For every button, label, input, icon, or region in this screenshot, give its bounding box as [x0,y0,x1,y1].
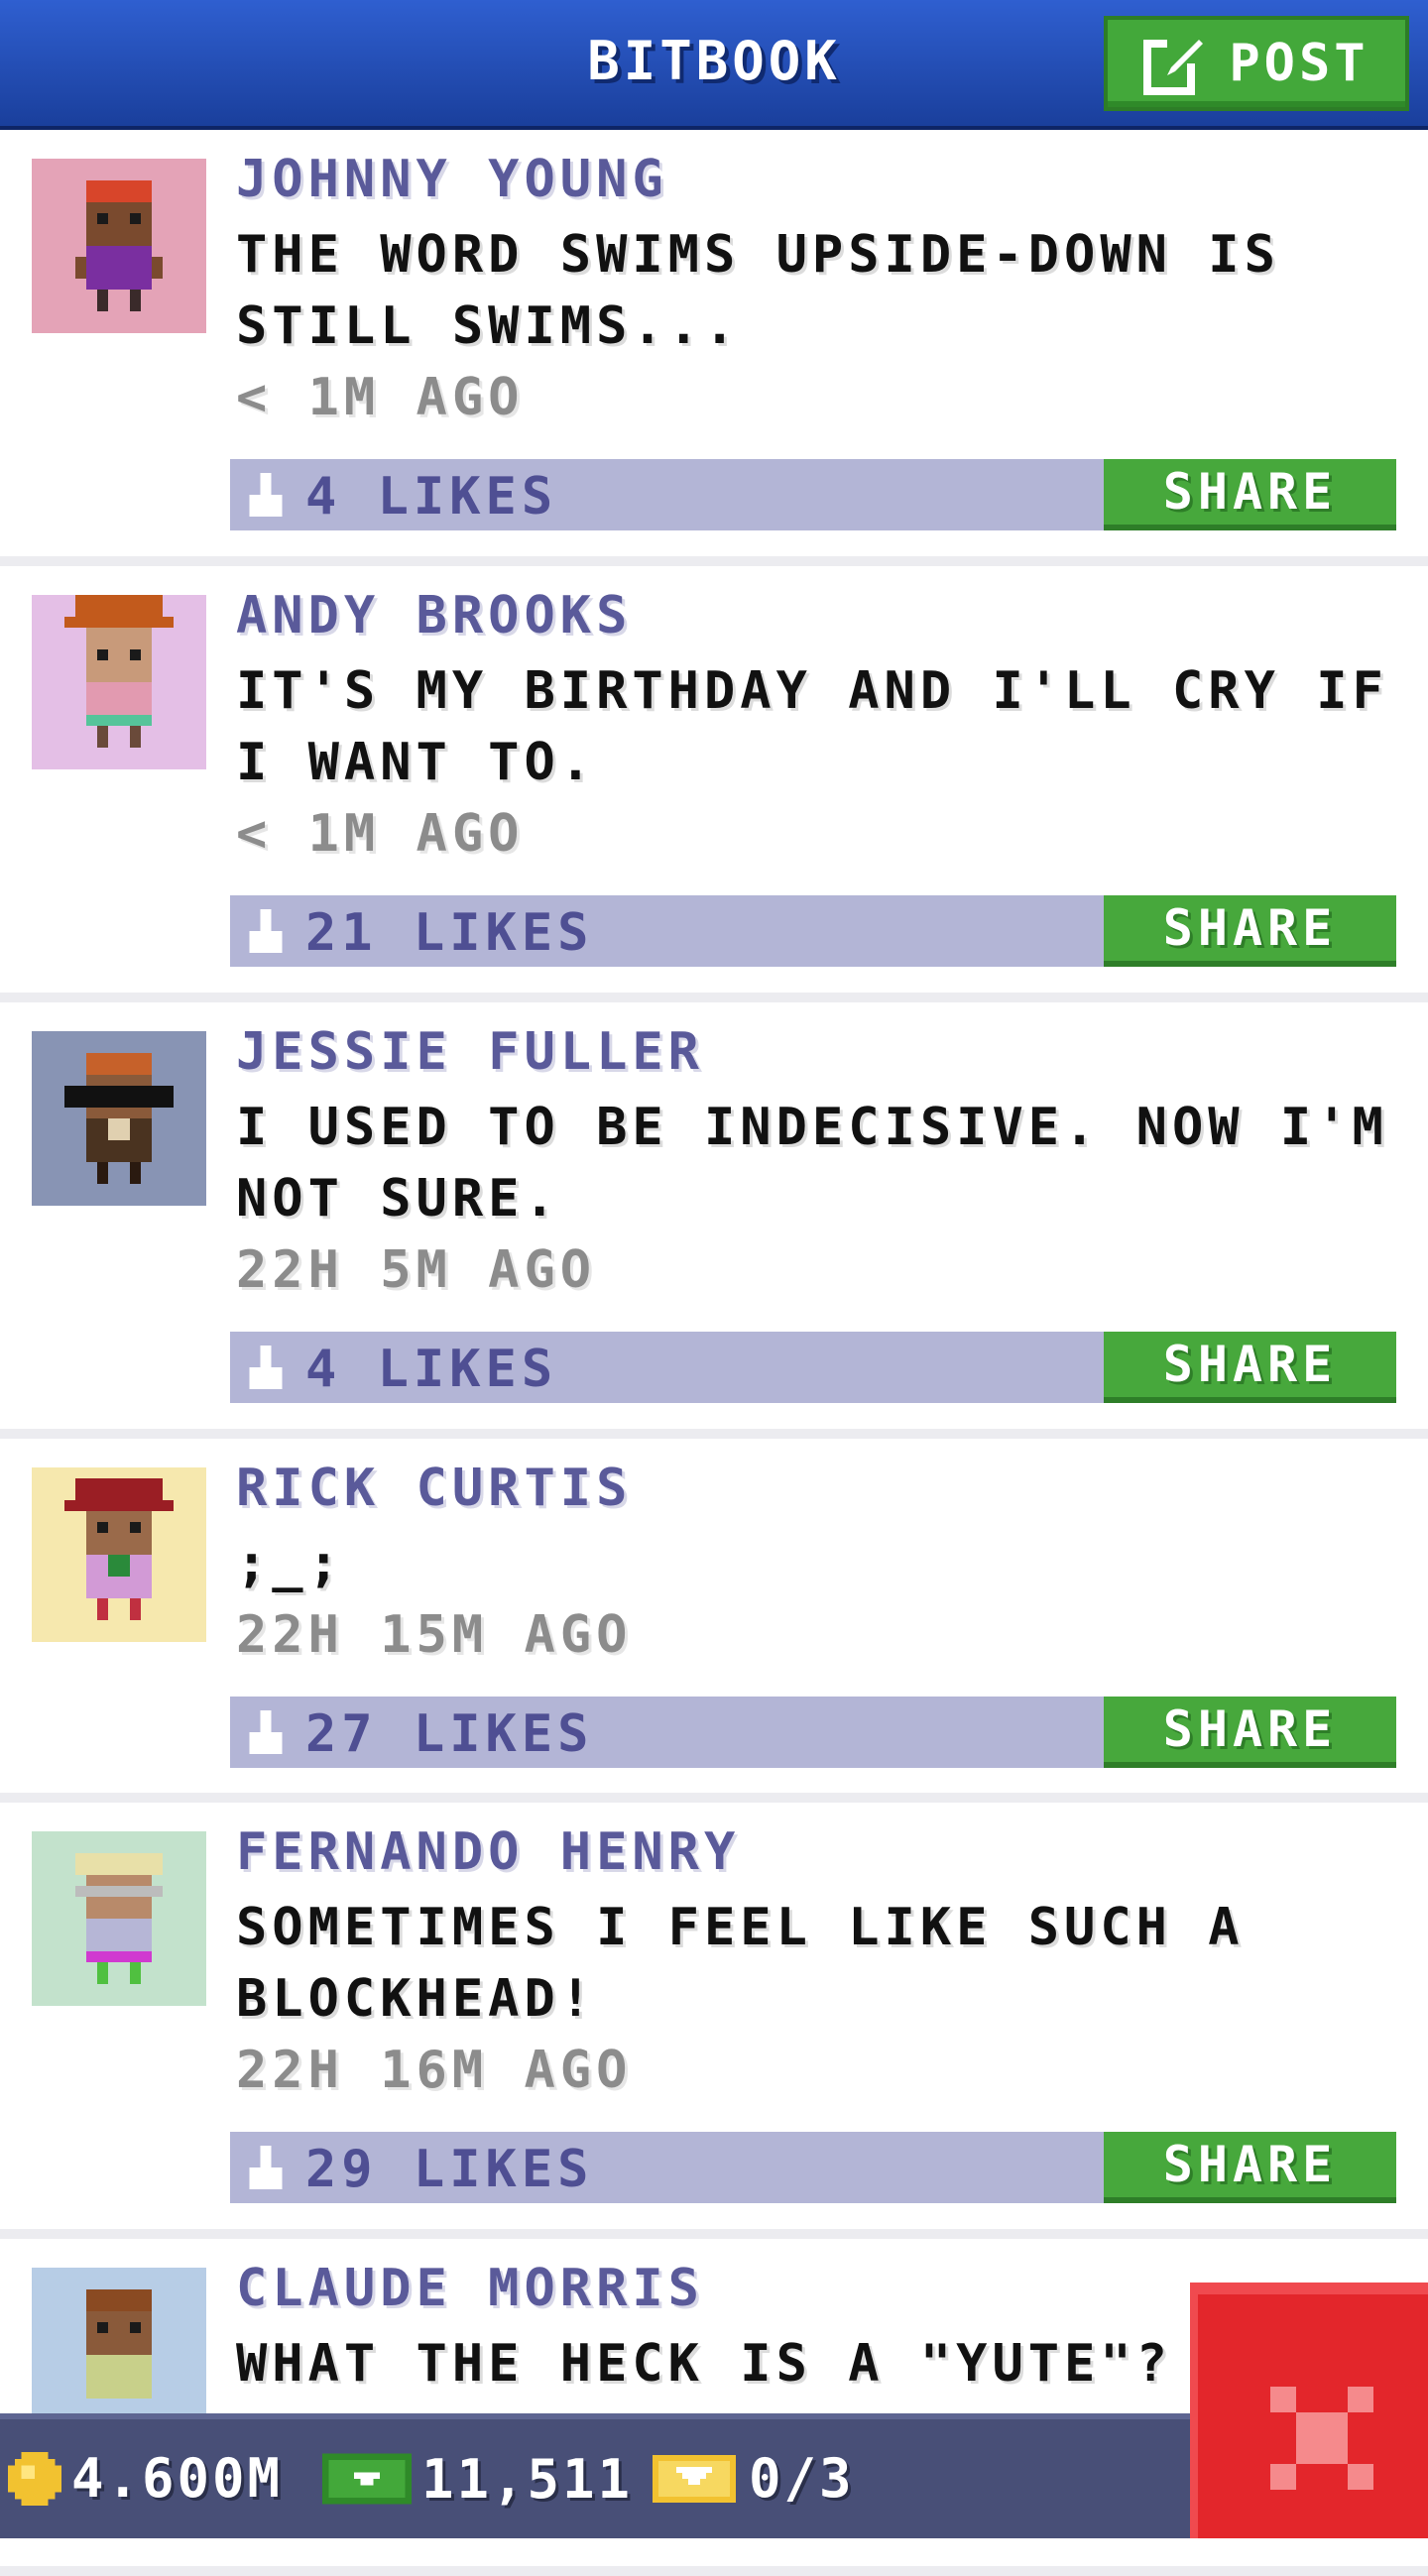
tickets-counter: 0/3 [650,2447,855,2510]
post-time: < 1M AGO [236,368,525,427]
ticket-icon [653,2454,736,2503]
post-message: I USED TO BE INDECISIVE. NOW I'M NOT SUR… [236,1098,1388,1229]
post-author: FERNANDO HENRY [236,1822,741,1882]
avatar-portrait [32,1467,206,1642]
avatar-portrait [32,159,206,333]
feed-post: JESSIE FULLER I USED TO BE INDECISIVE. N… [0,1002,1428,1439]
post-button-label: POST [1229,34,1369,93]
like-count: 29 LIKES [305,2140,594,2199]
share-button[interactable]: SHARE [1104,895,1396,967]
bux-value: 11,511 [421,2447,634,2511]
close-button[interactable] [1190,2283,1428,2538]
post-time: 22H 5M AGO [236,1240,597,1300]
share-button[interactable]: SHARE [1104,1332,1396,1403]
like-count: 4 LIKES [305,467,558,527]
close-icon [1270,2387,1373,2490]
feed-post: FERNANDO HENRY SOMETIMES I FEEL LIKE SUC… [0,1803,1428,2239]
post-author: RICK CURTIS [236,1459,633,1518]
coins-value: 4.600M [71,2447,284,2510]
post-message: SOMETIMES I FEEL LIKE SUCH A BLOCKHEAD! [236,1898,1245,2029]
post-author: JOHNNY YOUNG [236,150,668,209]
avatar[interactable] [32,1031,206,1206]
tickets-value: 0/3 [749,2447,855,2510]
like-count: 4 LIKES [305,1340,558,1399]
bux-counter: 11,511 [322,2447,633,2511]
thumbs-up-icon [249,909,283,953]
post-time: < 1M AGO [236,804,525,864]
app-header: BITBOOK POST [0,0,1428,130]
share-button[interactable]: SHARE [1104,2132,1396,2203]
thumbs-up-icon [249,1710,283,1754]
avatar[interactable] [32,159,206,333]
feed-post: RICK CURTIS ;_; 22H 15M AGO 27 LIKES SHA… [0,1439,1428,1803]
avatar[interactable] [32,1467,206,1642]
thumbs-up-icon [249,1346,283,1389]
avatar-portrait [32,1031,206,1206]
post-author: JESSIE FULLER [236,1022,704,1082]
post-message: THE WORD SWIMS UPSIDE-DOWN IS STILL SWIM… [236,225,1280,356]
avatar-portrait [32,595,206,769]
avatar-portrait [32,1831,206,2006]
post-time: 22H 16M AGO [236,2041,633,2100]
post-author: ANDY BROOKS [236,586,633,645]
feed-post: JOHNNY YOUNG THE WORD SWIMS UPSIDE-DOWN … [0,130,1428,566]
feed-post: ANDY BROOKS IT'S MY BIRTHDAY AND I'LL CR… [0,566,1428,1002]
post-author: CLAUDE MORRIS [236,2259,704,2318]
avatar[interactable] [32,595,206,769]
avatar[interactable] [32,1831,206,2006]
bux-icon [322,2453,412,2505]
coins-counter: 4.600M [8,2447,283,2510]
coin-icon [8,2451,61,2506]
thumbs-up-icon [249,473,283,517]
share-button[interactable]: SHARE [1104,1697,1396,1768]
post-message: ;_; [236,1534,344,1593]
like-count: 27 LIKES [305,1704,594,1764]
post-time: 22H 15M AGO [236,1605,633,1665]
share-button[interactable]: SHARE [1104,459,1396,530]
like-count: 21 LIKES [305,903,594,963]
post-button[interactable]: POST [1104,16,1409,111]
thumbs-up-icon [249,2146,283,2189]
post-message: IT'S MY BIRTHDAY AND I'LL CRY IF I WANT … [236,661,1388,792]
compose-icon [1143,36,1204,95]
